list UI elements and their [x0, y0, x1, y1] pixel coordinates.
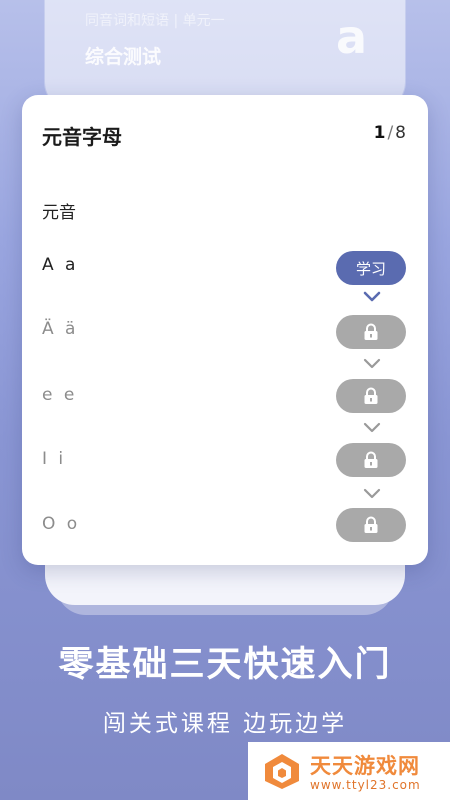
learn-button[interactable]: 学习: [336, 251, 406, 285]
previous-lesson-letter: a: [335, 10, 367, 64]
letter-row-label: Ä ä: [42, 319, 79, 339]
lock-icon: [364, 387, 378, 404]
lock-icon: [364, 516, 378, 533]
lock-icon: [364, 323, 378, 340]
previous-lesson-title: 综合测试: [85, 46, 162, 68]
locked-lesson-button[interactable]: [336, 508, 406, 542]
watermark-name: 天天游戏网: [310, 754, 420, 778]
chevron-down-icon: [363, 488, 381, 499]
watermark-url: www.ttyl23.com: [310, 778, 421, 792]
pager-separator: /: [387, 123, 394, 143]
promo-headline: 零基础三天快速入门: [58, 645, 392, 685]
lock-icon: [364, 451, 378, 468]
previous-lesson-card: 同音词和短语 | 单元一 综合测试 a: [45, 0, 405, 110]
lesson-title: 元音字母: [42, 125, 122, 149]
letter-row-label: e e: [42, 385, 78, 405]
locked-lesson-button[interactable]: [336, 443, 406, 477]
lesson-card: 元音字母 1/8 元音 A a 学习 Ä ä e e I i O o: [22, 95, 428, 565]
chevron-down-icon: [363, 422, 381, 433]
locked-lesson-button[interactable]: [336, 379, 406, 413]
watermark-badge: 天天游戏网 www.ttyl23.com: [248, 742, 450, 800]
section-label: 元音: [42, 203, 76, 223]
chevron-down-icon: [363, 358, 381, 369]
site-logo-icon: [265, 754, 299, 789]
chevron-down-icon: [363, 291, 381, 302]
pager-current: 1: [373, 123, 386, 143]
lesson-pager: 1/8: [374, 123, 406, 143]
letter-row-label: O o: [42, 514, 81, 534]
promo-subline: 闯关式课程 边玩边学: [102, 711, 348, 737]
letter-row-label: I i: [42, 449, 67, 469]
letter-row-label: A a: [42, 255, 79, 275]
previous-lesson-subtitle: 同音词和短语 | 单元一: [85, 13, 225, 29]
pager-total: 8: [395, 123, 406, 143]
locked-lesson-button[interactable]: [336, 315, 406, 349]
